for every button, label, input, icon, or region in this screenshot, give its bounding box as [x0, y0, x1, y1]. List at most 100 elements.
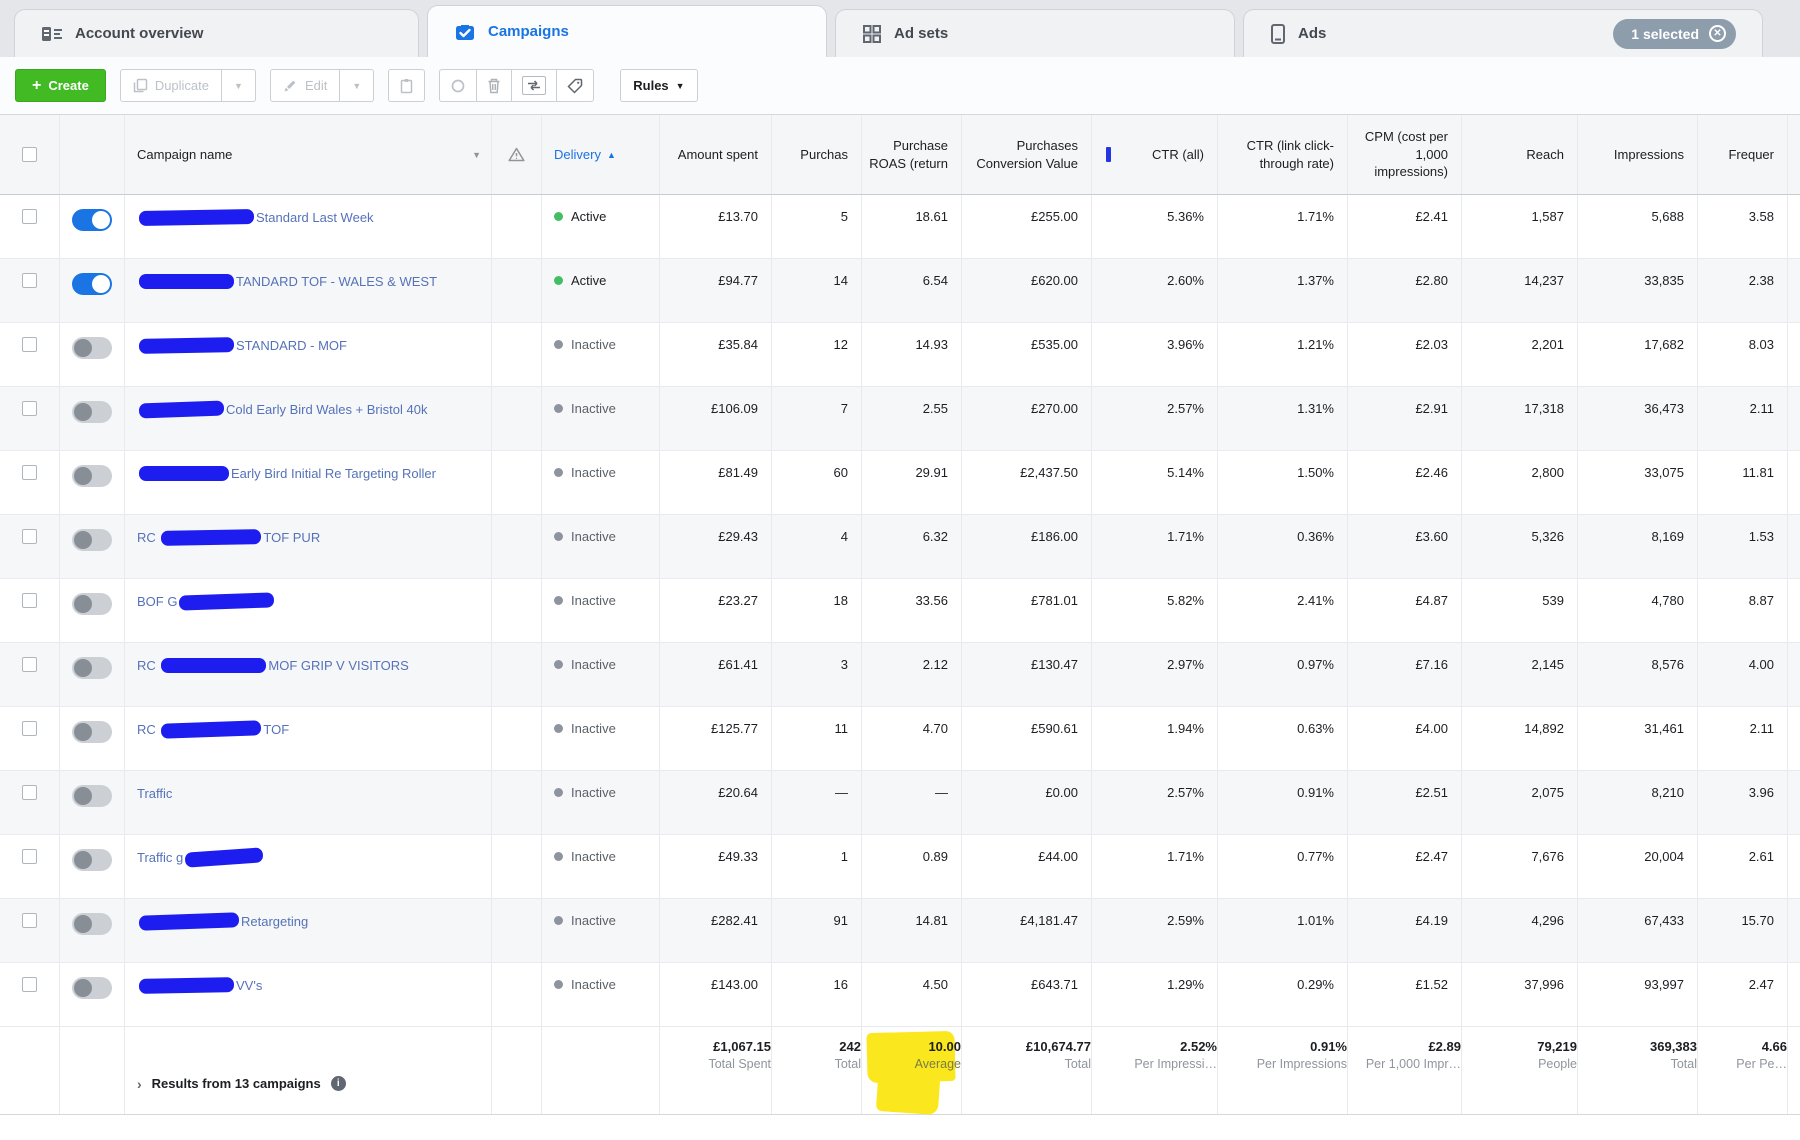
row-checkbox[interactable] [22, 529, 37, 544]
campaign-name-link[interactable]: TANDARD TOF - WALES & WEST [137, 273, 437, 322]
row-checkbox[interactable] [22, 721, 37, 736]
campaign-name-link[interactable]: RC TOF PUR [137, 529, 320, 578]
rules-button[interactable]: Rules ▼ [620, 69, 697, 102]
campaign-name-cell: RC TOF [125, 707, 492, 770]
cell-value: 15.70 [1741, 913, 1774, 962]
header-reach[interactable]: Reach [1462, 115, 1578, 194]
header-ctr-link[interactable]: CTR (link click-through rate) [1218, 115, 1348, 194]
duplicate-button-group: Duplicate ▼ [120, 69, 256, 102]
select-all-checkbox[interactable] [22, 147, 37, 162]
header-purchases[interactable]: Purchas [772, 115, 862, 194]
results-expander[interactable]: › Results from 13 campaigns i [137, 1041, 346, 1114]
cell-value: £2.03 [1415, 337, 1448, 386]
clipboard-button[interactable] [388, 69, 425, 102]
campaign-name-text: TOF PUR [263, 530, 320, 545]
row-checkbox[interactable] [22, 337, 37, 352]
table-row: TANDARD TOF - WALES & WESTActive£94.7714… [0, 259, 1800, 323]
campaign-name-link[interactable]: RC TOF [137, 721, 289, 770]
campaign-name-link[interactable]: STANDARD - MOF [137, 337, 347, 386]
row-checkbox[interactable] [22, 785, 37, 800]
campaign-toggle[interactable] [72, 593, 112, 615]
header-roas[interactable]: Purchase ROAS (return [862, 115, 962, 194]
row-checkbox[interactable] [22, 209, 37, 224]
chevron-down-icon[interactable]: ▼ [472, 150, 481, 160]
create-button[interactable]: + Create [15, 69, 106, 102]
cell-value: £2.47 [1415, 849, 1448, 898]
toolbar: + Create Duplicate ▼ Edit ▼ [0, 57, 1800, 115]
delivery-cell: Active [542, 195, 660, 258]
campaign-toggle[interactable] [72, 849, 112, 871]
header-conversion-value[interactable]: Purchases Conversion Value [962, 115, 1092, 194]
header-delivery[interactable]: Delivery ▲ [542, 115, 660, 194]
summary-frequency: 4.66 Per Pe… [1698, 1027, 1788, 1114]
reach-cell: 17,318 [1462, 387, 1578, 450]
campaign-name-link[interactable]: RC MOF GRIP V VISITORS [137, 657, 409, 706]
campaign-toggle[interactable] [72, 977, 112, 999]
campaign-toggle[interactable] [72, 401, 112, 423]
campaign-name-text: STANDARD - MOF [236, 338, 347, 353]
history-button[interactable] [439, 69, 477, 102]
tab-ads[interactable]: Ads 1 selected ✕ [1243, 9, 1763, 57]
cell-value: 1.29% [1167, 977, 1204, 1026]
header-frequency[interactable]: Frequer [1698, 115, 1788, 194]
summary-value: 0.91% [1310, 1039, 1347, 1054]
ab-test-button[interactable] [511, 69, 557, 102]
cell-value: £130.47 [1031, 657, 1078, 706]
row-checkbox[interactable] [22, 273, 37, 288]
campaign-name-text: RC [137, 722, 159, 737]
row-checkbox[interactable] [22, 593, 37, 608]
campaign-toggle[interactable] [72, 721, 112, 743]
campaign-name-link[interactable]: VV's [137, 977, 262, 1026]
delete-button[interactable] [476, 69, 512, 102]
campaign-name-text: RC [137, 658, 159, 673]
header-ctr-all[interactable]: CTR (all) [1092, 115, 1218, 194]
edit-dropdown-button[interactable]: ▼ [339, 69, 374, 102]
row-errors-cell [492, 771, 542, 834]
tab-ad-sets[interactable]: Ad sets [835, 9, 1235, 57]
redaction-blob [139, 912, 239, 930]
chevron-down-icon: ▼ [676, 81, 685, 91]
summary-label: Per 1,000 Impr… [1366, 1057, 1461, 1071]
header-cpm[interactable]: CPM (cost per 1,000 impressions) [1348, 115, 1462, 194]
summary-roas: 10.00 Average [862, 1027, 962, 1114]
campaign-name-link[interactable]: Standard Last Week [137, 209, 374, 258]
tab-campaigns[interactable]: Campaigns [427, 5, 827, 57]
header-amount-spent[interactable]: Amount spent [660, 115, 772, 194]
campaign-name-link[interactable]: Retargeting [137, 913, 308, 962]
campaign-toggle[interactable] [72, 785, 112, 807]
campaign-name-link[interactable]: BOF G [137, 593, 276, 642]
campaign-name-link[interactable]: Traffic g [137, 849, 265, 898]
campaign-toggle[interactable] [72, 529, 112, 551]
campaign-toggle[interactable] [72, 337, 112, 359]
delivery-cell: Inactive [542, 387, 660, 450]
campaign-name-link[interactable]: Cold Early Bird Wales + Bristol 40k [137, 401, 427, 450]
clear-selection-icon[interactable]: ✕ [1709, 25, 1726, 42]
campaign-toggle[interactable] [72, 465, 112, 487]
ab-test-icon [522, 76, 546, 95]
row-checkbox[interactable] [22, 465, 37, 480]
edit-button[interactable]: Edit [270, 69, 340, 102]
duplicate-button[interactable]: Duplicate [120, 69, 222, 102]
row-checkbox[interactable] [22, 657, 37, 672]
toggle-knob [74, 595, 92, 613]
tab-account-overview[interactable]: Account overview [14, 9, 419, 57]
campaign-toggle[interactable] [72, 209, 112, 231]
row-checkbox[interactable] [22, 977, 37, 992]
account-overview-icon [41, 24, 63, 44]
campaign-toggle[interactable] [72, 657, 112, 679]
duplicate-dropdown-button[interactable]: ▼ [221, 69, 256, 102]
tag-button[interactable] [556, 69, 594, 102]
campaign-name-link[interactable]: Traffic [137, 785, 172, 834]
info-icon[interactable]: i [331, 1076, 346, 1091]
row-checkbox[interactable] [22, 913, 37, 928]
header-errors[interactable] [492, 115, 542, 194]
row-checkbox[interactable] [22, 401, 37, 416]
header-impressions[interactable]: Impressions [1578, 115, 1698, 194]
campaign-toggle[interactable] [72, 913, 112, 935]
delivery-cell: Inactive [542, 899, 660, 962]
row-checkbox[interactable] [22, 849, 37, 864]
campaign-toggle[interactable] [72, 273, 112, 295]
summary-row: › Results from 13 campaigns i £1,067.15 … [0, 1027, 1800, 1115]
campaign-name-link[interactable]: Early Bird Initial Re Targeting Roller [137, 465, 436, 514]
header-campaign-name[interactable]: Campaign name ▼ [125, 115, 492, 194]
